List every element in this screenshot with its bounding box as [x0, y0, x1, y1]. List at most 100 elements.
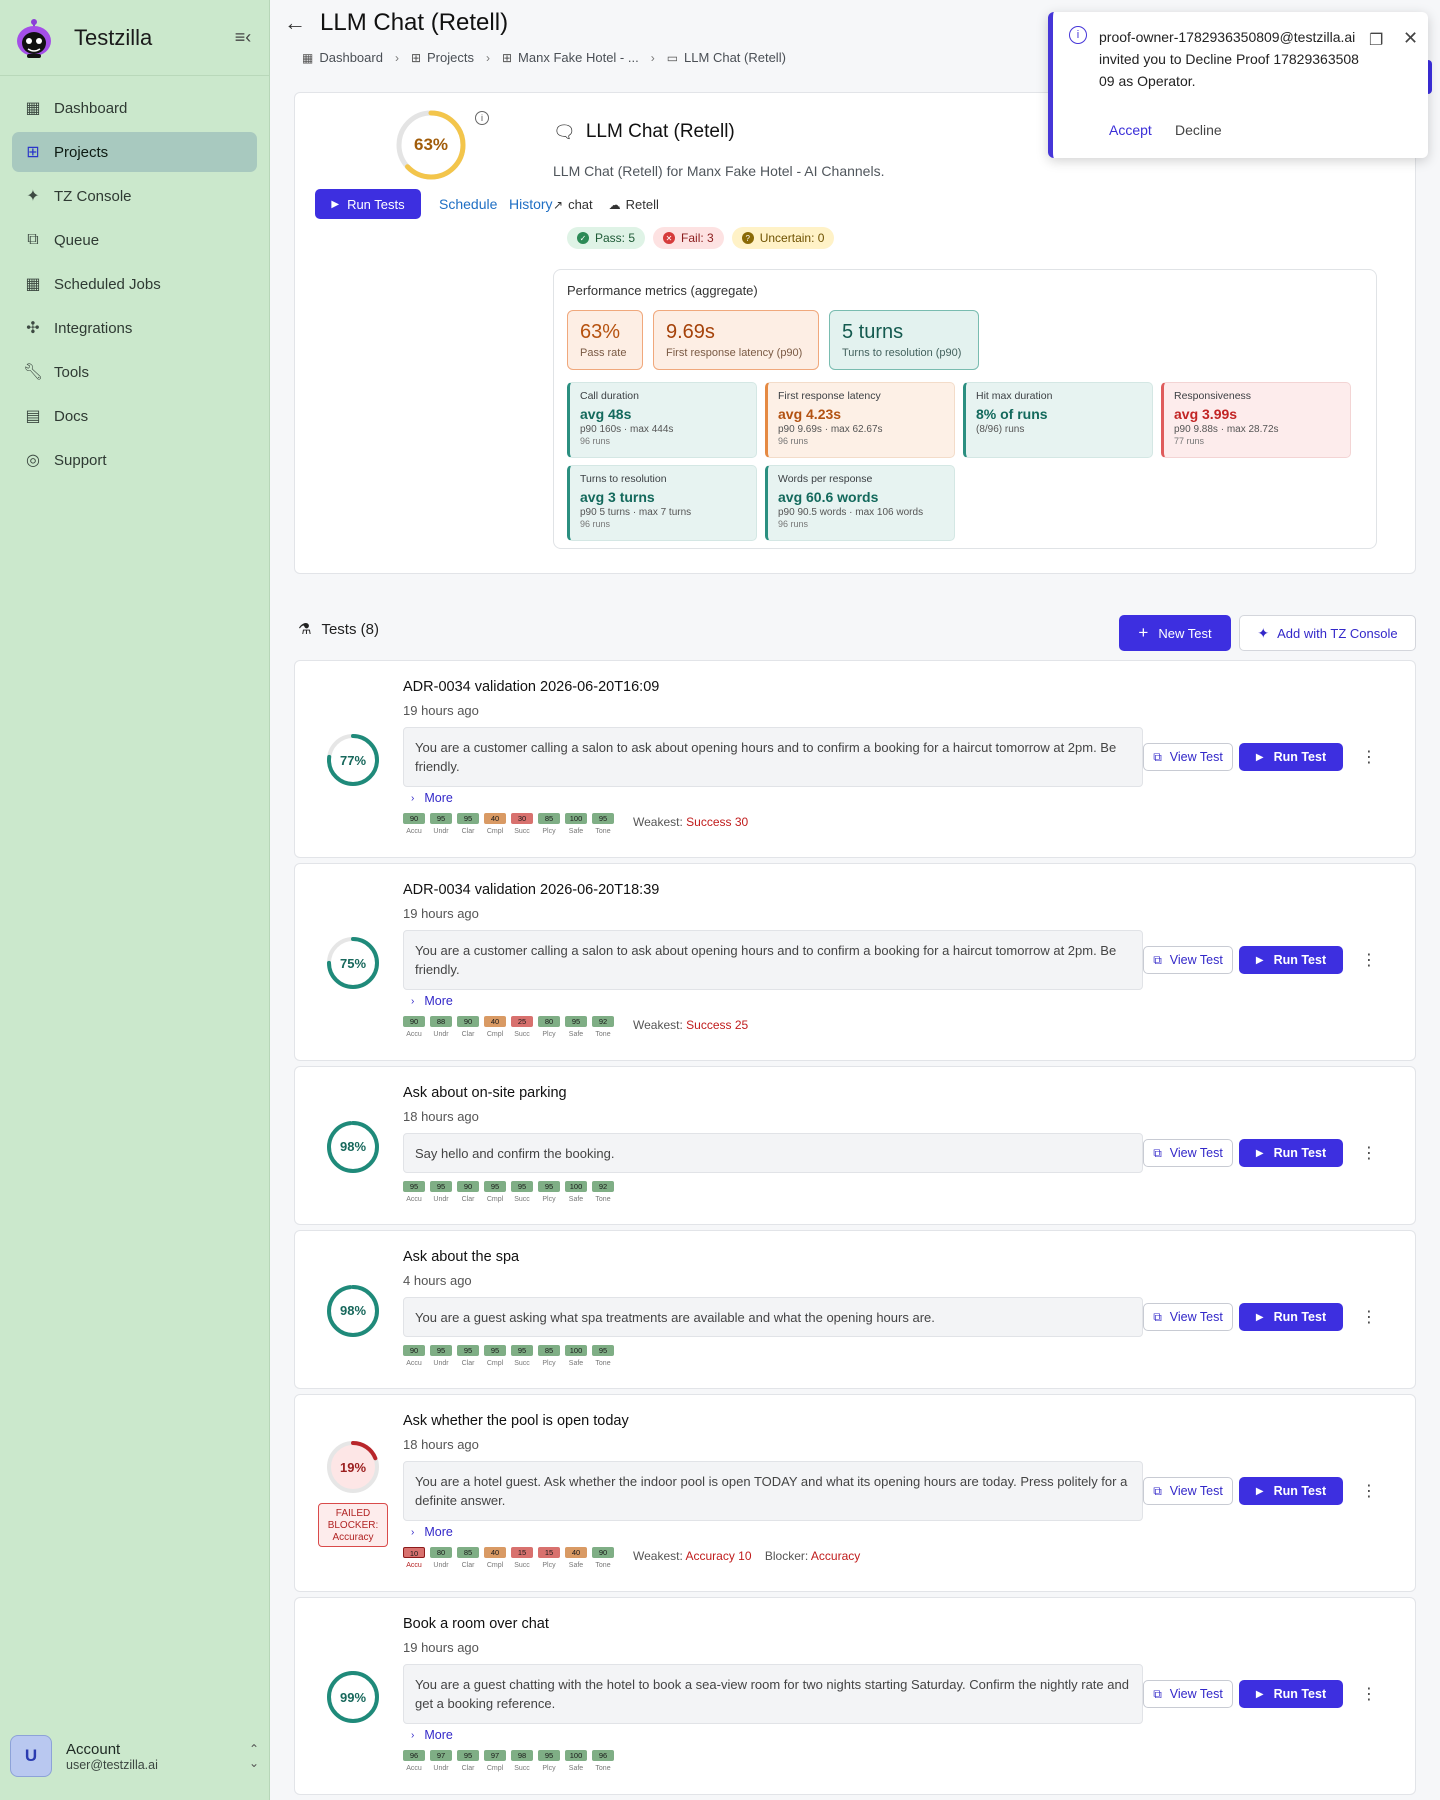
more-options-icon[interactable]: ⋮ — [1361, 1307, 1377, 1327]
more-toggle[interactable]: › More — [411, 791, 453, 805]
sidebar-item-docs[interactable]: ▤ Docs — [12, 396, 257, 436]
score-label: Clar — [461, 1360, 475, 1367]
sidebar-item-tz-console[interactable]: ✦ TZ Console — [12, 176, 257, 216]
queue-icon: ⧉ — [27, 231, 39, 248]
more-toggle[interactable]: › More — [411, 1728, 453, 1742]
score-cell: 95 Tone — [592, 813, 614, 835]
sidebar-item-scheduled-jobs[interactable]: ▦ Scheduled Jobs — [12, 264, 257, 304]
uncertain-chip: ? Uncertain: 0 — [731, 227, 835, 249]
score-label: Safe — [568, 1031, 584, 1038]
copy-icon[interactable]: ❐ — [1369, 30, 1383, 50]
score-cell: 90 Tone — [592, 1547, 614, 1569]
score-value: 92 — [592, 1181, 614, 1192]
more-label: More — [424, 1728, 453, 1742]
more-options-icon[interactable]: ⋮ — [1361, 1684, 1377, 1704]
history-link[interactable]: History — [509, 196, 553, 212]
score-value: 100 — [565, 1750, 587, 1761]
score-label: Undr — [433, 1765, 449, 1772]
breadcrumb-label: LLM Chat (Retell) — [684, 50, 786, 65]
score-label: Tone — [595, 828, 611, 835]
view-test-button[interactable]: ⧉ View Test — [1143, 1477, 1233, 1505]
breadcrumb-label: Projects — [427, 50, 474, 65]
sidebar-item-dashboard[interactable]: ▦ Dashboard — [12, 88, 257, 128]
view-test-button[interactable]: ⧉ View Test — [1143, 743, 1233, 771]
run-test-button[interactable]: ▶ Run Test — [1239, 1477, 1343, 1505]
kpi-pass-rate: 63% Pass rate — [567, 310, 643, 370]
test-name: ADR-0034 validation 2026-06-20T16:09 — [403, 679, 660, 695]
sidebar-item-queue[interactable]: ⧉ Queue — [12, 220, 257, 260]
run-test-label: Run Test — [1273, 1687, 1327, 1701]
sidebar-item-integrations[interactable]: ✣ Integrations — [12, 308, 257, 348]
breadcrumb-project[interactable]: ⊞ Manx Fake Hotel - ... — [502, 50, 639, 65]
more-options-icon[interactable]: ⋮ — [1361, 747, 1377, 767]
blocker-value: Accuracy — [810, 1549, 861, 1563]
add-with-tz-console-button[interactable]: ✦ Add with TZ Console — [1239, 615, 1416, 651]
more-options-icon[interactable]: ⋮ — [1361, 1481, 1377, 1501]
test-name: Ask about on-site parking — [403, 1085, 567, 1101]
decline-button[interactable]: Decline — [1175, 122, 1222, 138]
more-toggle[interactable]: › More — [411, 994, 453, 1008]
pass-count: Pass: 5 — [595, 231, 636, 245]
score-label: Accu — [406, 1765, 422, 1772]
sidebar-item-support[interactable]: ◎ Support — [12, 440, 257, 480]
more-label: More — [424, 994, 453, 1008]
collapse-sidebar-icon[interactable]: ≡‹ — [231, 27, 255, 48]
schedule-link[interactable]: Schedule — [439, 196, 497, 212]
score-label: Accu — [406, 1031, 422, 1038]
info-icon[interactable]: i — [475, 111, 489, 125]
score-label: Clar — [461, 1196, 475, 1203]
sidebar-item-tools[interactable]: 🔧︎ Tools — [12, 352, 257, 392]
score-cell: 95 Safe — [565, 1016, 587, 1038]
test-prompt: You are a customer calling a salon to as… — [403, 727, 1143, 787]
run-test-button[interactable]: ▶ Run Test — [1239, 1139, 1343, 1167]
metric-value: avg 3.99s — [1174, 406, 1238, 422]
score-label: Tone — [595, 1196, 611, 1203]
run-test-button[interactable]: ▶ Run Test — [1239, 1303, 1343, 1331]
run-tests-button[interactable]: ▶ Run Tests — [315, 189, 421, 219]
score-cell: 85 Plcy — [538, 1345, 560, 1367]
new-test-button[interactable]: + New Test — [1119, 615, 1231, 651]
accept-button[interactable]: Accept — [1109, 122, 1152, 138]
view-test-button[interactable]: ⧉ View Test — [1143, 946, 1233, 974]
sidebar-item-label: Projects — [54, 143, 109, 161]
score-value: 95 — [457, 1345, 479, 1356]
breadcrumb-projects[interactable]: ⊞ Projects — [411, 50, 474, 65]
score-label: Undr — [433, 828, 449, 835]
metric-runs: 77 runs — [1174, 436, 1205, 446]
play-icon: ▶ — [1255, 1485, 1264, 1497]
view-test-button[interactable]: ⧉ View Test — [1143, 1680, 1233, 1708]
breadcrumb-dashboard[interactable]: ▦ Dashboard — [302, 50, 383, 65]
chat-icon: 🗨︎ — [553, 121, 576, 142]
score-value: 85 — [538, 813, 560, 824]
more-options-icon[interactable]: ⋮ — [1361, 950, 1377, 970]
projects-icon: ⊞ — [501, 50, 513, 65]
sidebar-item-projects[interactable]: ⊞ Projects — [12, 132, 257, 172]
support-icon: ◎ — [26, 452, 40, 469]
run-test-button[interactable]: ▶ Run Test — [1239, 743, 1343, 771]
run-test-button[interactable]: ▶ Run Test — [1239, 946, 1343, 974]
score-value: 97 — [430, 1750, 452, 1761]
score-cell: 95 Clar — [457, 813, 479, 835]
account-email: user@testzilla.ai — [66, 1757, 158, 1772]
test-score: 75% — [339, 955, 367, 971]
test-name: Book a room over chat — [403, 1616, 549, 1632]
metric-title: Responsiveness — [1174, 390, 1252, 402]
score-value: 95 — [457, 813, 479, 824]
close-icon[interactable]: ✕ — [1403, 28, 1418, 49]
account-menu[interactable]: U Account user@testzilla.ai ⌃ ⌄ — [10, 1732, 259, 1780]
metric-responsiveness: Responsiveness avg 3.99s p90 9.88s · max… — [1161, 382, 1351, 458]
view-test-button[interactable]: ⧉ View Test — [1143, 1139, 1233, 1167]
view-test-button[interactable]: ⧉ View Test — [1143, 1303, 1233, 1331]
metric-title: Hit max duration — [976, 390, 1053, 402]
tests-heading-label: Tests (8) — [321, 620, 379, 638]
run-test-button[interactable]: ▶ Run Test — [1239, 1680, 1343, 1708]
more-toggle[interactable]: › More — [411, 1525, 453, 1539]
tag-chat: ↗ chat — [553, 197, 593, 212]
score-value: 95 — [538, 1750, 560, 1761]
chevron-right-icon: › — [411, 995, 415, 1007]
back-arrow-icon[interactable]: ← — [284, 10, 306, 36]
score-cell: 15 Succ — [511, 1547, 533, 1569]
more-options-icon[interactable]: ⋮ — [1361, 1143, 1377, 1163]
metric-words-per-response: Words per response avg 60.6 words p90 90… — [765, 465, 955, 541]
projects-icon: ⊞ — [410, 50, 422, 65]
